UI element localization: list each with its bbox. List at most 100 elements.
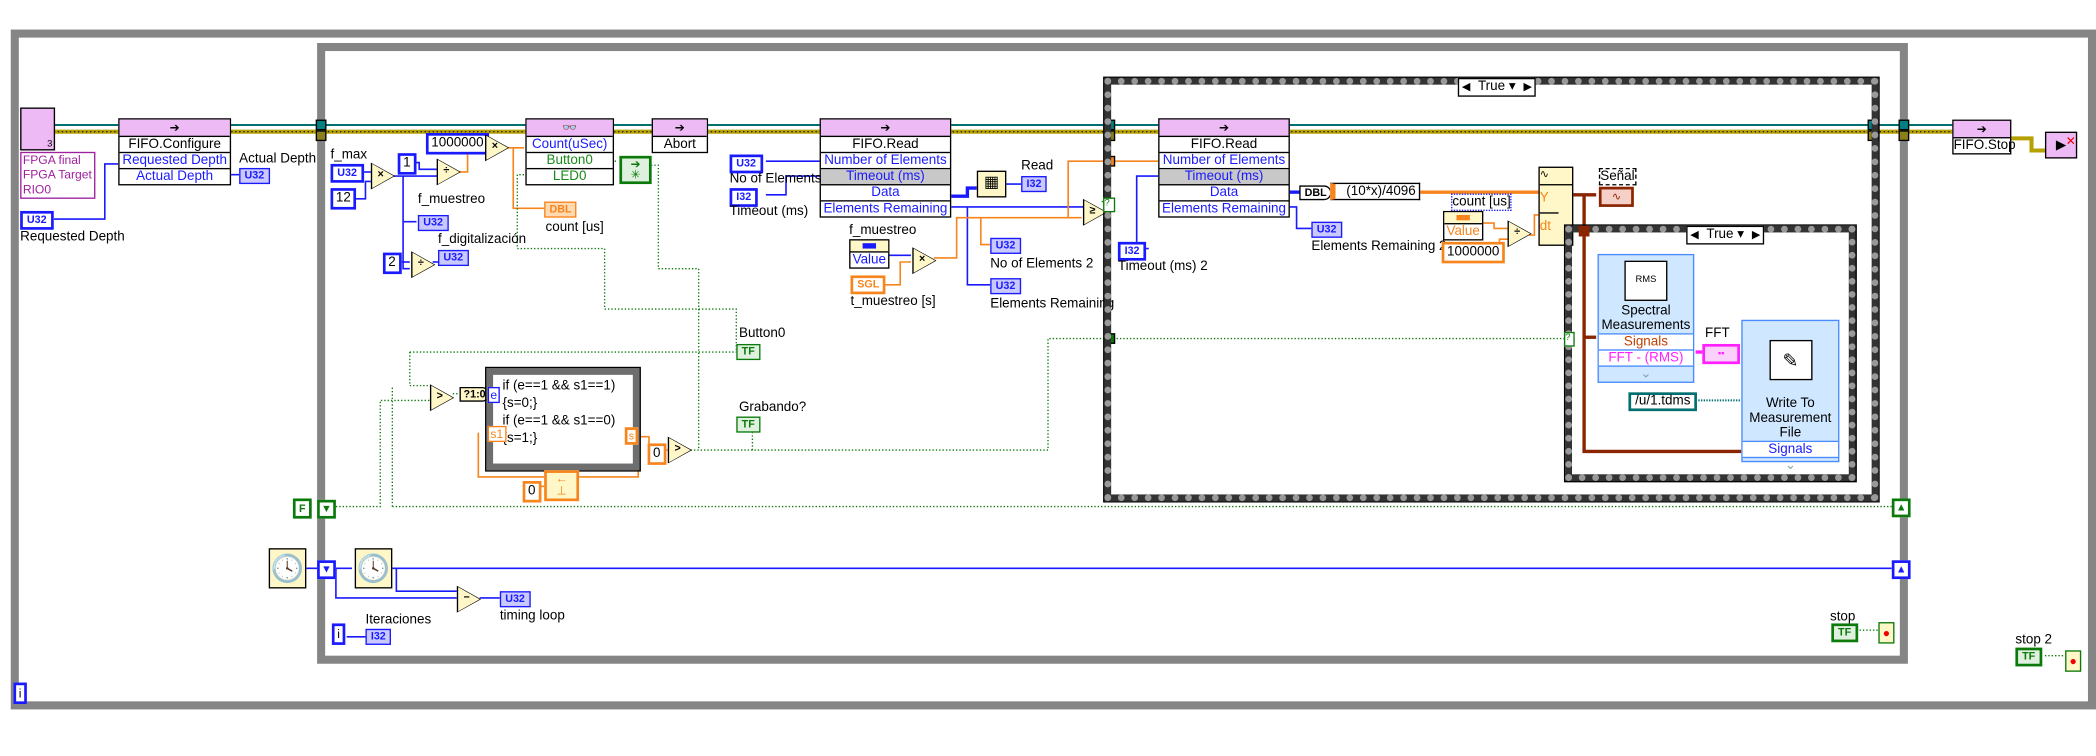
constant-2[interactable]: 2: [382, 252, 402, 275]
button0-label: Button0: [738, 326, 786, 342]
case-selector[interactable]: ◀ True ▾ ▶: [1457, 77, 1536, 97]
count-us-property-node[interactable]: Value: [1443, 210, 1484, 241]
fifo-configure-node[interactable]: ➔ FIFO.Configure Requested Depth Actual …: [118, 118, 232, 186]
case-selector-inner[interactable]: ◀ True ▾ ▶: [1686, 225, 1765, 245]
false-constant[interactable]: F: [292, 498, 312, 519]
case-selector-terminal: ?: [1103, 197, 1116, 213]
no-of-elements-control[interactable]: U32: [729, 154, 763, 174]
index-array-icon: ▦: [976, 170, 1007, 198]
outer-iteration-terminal: i: [13, 682, 27, 705]
expression-node[interactable]: (10*x)/4096: [1330, 182, 1420, 201]
iteration-terminal: i: [331, 623, 346, 645]
arrow-icon: ➔: [652, 119, 707, 138]
greater-than-icon: >: [429, 384, 455, 412]
f-muestreo-property-node[interactable]: Value: [849, 239, 890, 269]
constant-1000000[interactable]: 1000000: [425, 133, 489, 155]
count-us-indicator[interactable]: DBL: [544, 201, 578, 218]
loop-condition-stop-icon[interactable]: ●: [2065, 650, 2082, 672]
read-label: Read: [1021, 158, 1054, 174]
constant-1[interactable]: 1: [397, 153, 416, 175]
t-muestreo-control[interactable]: SGL: [850, 275, 887, 295]
block-diagram: i 3 FPGA final FPGA Target RIO0 U32 Reques…: [0, 0, 2096, 756]
fft-label: FFT: [1705, 326, 1730, 342]
multiply-icon: ×: [370, 162, 396, 190]
read-indicator[interactable]: I32: [1021, 176, 1047, 193]
close-fpga-reference-icon[interactable]: ✕ ▶: [2044, 131, 2078, 159]
shift-register-left-down-arrow-icon[interactable]: ▼: [317, 560, 336, 580]
multiply-icon: ×: [912, 247, 937, 275]
elements-remaining-indicator[interactable]: U32: [990, 278, 1021, 295]
senal-label: Señal: [1598, 167, 1636, 186]
arrow-icon: ➔: [1953, 120, 2011, 139]
shift-register-right-up-arrow-icon[interactable]: ▲: [1891, 498, 1911, 518]
f-digitalizacion-indicator[interactable]: U32: [438, 249, 469, 267]
case-selector-terminal: ?: [1563, 331, 1575, 347]
expand-chevron-icon[interactable]: ⌄: [1598, 365, 1693, 382]
write-file-pencil-icon: ✎: [1768, 339, 1812, 381]
fpga-count-node[interactable]: 👓 Count(uSec) Button0 LED0: [525, 118, 615, 186]
divide-icon: ÷: [411, 251, 436, 279]
expand-chevron-icon[interactable]: ⌄: [1742, 456, 1839, 473]
t-muestreo-label: t_muestreo [s]: [850, 294, 936, 310]
requested-depth-control[interactable]: U32: [20, 210, 54, 230]
grabando-indicator[interactable]: TF: [736, 416, 761, 433]
f-max-control[interactable]: U32: [330, 163, 364, 183]
true-constant-arrow-icon[interactable]: ➔ ✳: [619, 155, 652, 185]
decrement-arrow-icon[interactable]: ◀: [1690, 227, 1698, 243]
senal-waveform-indicator[interactable]: ∿: [1598, 186, 1634, 207]
no-of-elements-label: No of Elements: [729, 171, 822, 187]
error-tunnel: [315, 130, 327, 142]
stop-2-label: stop 2: [2015, 632, 2053, 648]
decrement-arrow-icon[interactable]: ◀: [1462, 79, 1470, 95]
grabando-label: Grabando?: [738, 400, 807, 416]
no-of-elements-2-label: No of Elements 2: [990, 256, 1094, 272]
shift-register-right-up-arrow-icon[interactable]: ▲: [1891, 560, 1911, 580]
refnum-tunnel: [315, 119, 327, 131]
fifo-read-node[interactable]: ➔ FIFO.Read Number of Elements Timeout (…: [819, 118, 952, 218]
glasses-icon: 👓: [526, 119, 613, 138]
fifo-stop-node[interactable]: ➔ FIFO.Stop: [1952, 119, 2016, 155]
feedback-node-arrow-icon[interactable]: ← ⊥: [544, 470, 580, 502]
timeout-2-control[interactable]: I32: [1117, 241, 1147, 261]
constant-0[interactable]: 0: [647, 443, 666, 465]
button0-indicator[interactable]: TF: [736, 343, 761, 361]
requested-depth-label: Requested Depth: [20, 229, 125, 245]
elements-remaining-2-label: Elements Remaining 2: [1311, 239, 1447, 254]
increment-arrow-icon[interactable]: ▶: [1523, 79, 1531, 95]
constant-0-init[interactable]: 0: [522, 481, 541, 503]
constant-1000000-b[interactable]: 1000000: [1441, 241, 1505, 264]
f-muestreo-indicator[interactable]: U32: [417, 214, 449, 232]
path-constant[interactable]: /u/1.tdms: [1628, 392, 1698, 412]
actual-depth-label: Actual Depth: [239, 151, 317, 167]
stop-2-button-control[interactable]: TF: [2015, 647, 2042, 667]
stop-button-control[interactable]: TF: [1831, 623, 1858, 643]
greater-than-icon: >: [667, 436, 692, 464]
fpga-reference-icon[interactable]: 3: [20, 107, 56, 151]
spectral-measurements-express-vi[interactable]: RMS Spectral Measurements Signals FFT - …: [1597, 253, 1695, 383]
fpga-reference-label: FPGA final FPGA Target RIO0: [20, 151, 96, 199]
multiply-icon: ×: [485, 134, 510, 162]
timing-loop-indicator[interactable]: U32: [499, 591, 531, 608]
f-digitalizacion-label: f_digitalización: [438, 232, 527, 248]
write-to-measurement-file-express-vi[interactable]: ✎ Write To Measurement File Signals ⌄: [1741, 319, 1840, 473]
f-muestreo-label: f_muestreo: [417, 192, 486, 207]
constant-12[interactable]: 12: [330, 188, 357, 210]
boolean-to-number-node: ?1:0: [459, 386, 490, 402]
no-of-elements-2-indicator[interactable]: U32: [990, 237, 1021, 254]
elements-remaining-2-indicator[interactable]: U32: [1311, 221, 1342, 238]
divide-icon: ÷: [1507, 220, 1532, 248]
formula-output-s: s: [624, 427, 639, 445]
loop-condition-stop-icon[interactable]: ●: [1878, 622, 1895, 644]
formula-input-s1: s1: [487, 425, 506, 443]
waveform-icon: ∿: [1539, 168, 1573, 186]
increment-arrow-icon[interactable]: ▶: [1752, 227, 1760, 243]
arrow-icon: ➔: [820, 119, 950, 138]
fft-indicator[interactable]: ▪▪: [1702, 343, 1740, 365]
iteraciones-indicator[interactable]: I32: [365, 628, 392, 645]
shift-register-left-down-arrow-icon[interactable]: ▼: [317, 499, 336, 519]
actual-depth-indicator[interactable]: U32: [239, 167, 270, 185]
fifo-read-node-2[interactable]: ➔ FIFO.Read Number of Elements Timeout (…: [1158, 118, 1290, 218]
f-muestreo-property-label: f_muestreo: [849, 223, 917, 238]
abort-node[interactable]: ➔ Abort: [651, 118, 709, 154]
formula-node[interactable]: if (e==1 && s1==1) {s=0;} if (e==1 && s1==…: [485, 366, 641, 472]
